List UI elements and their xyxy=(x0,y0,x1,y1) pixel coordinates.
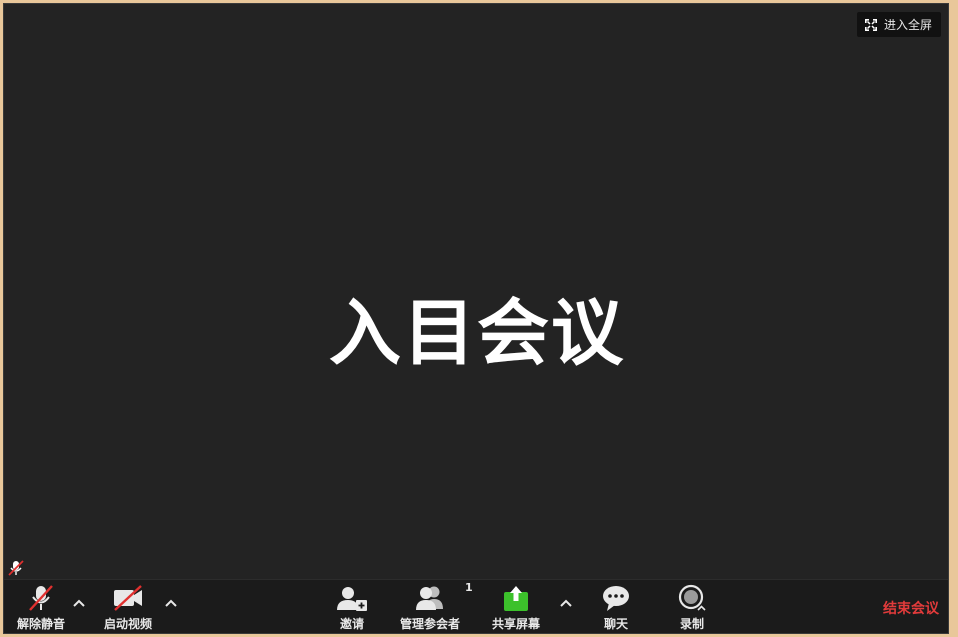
end-meeting-button[interactable]: 结束会议 xyxy=(883,598,939,618)
meeting-toolbar: 解除静音 启动视频 邀请 1 管理参会者 共享屏幕 聊天 录制 结束会议 xyxy=(4,579,948,633)
caret-up-icon xyxy=(697,605,706,611)
record-label: 录制 xyxy=(679,617,704,631)
caret-up-icon xyxy=(73,599,85,607)
share-screen-icon xyxy=(502,584,530,612)
expand-icon xyxy=(864,18,877,31)
share-options-caret[interactable] xyxy=(559,594,573,607)
audio-options-caret[interactable] xyxy=(72,594,86,607)
manage-participants-label: 管理参会者 xyxy=(399,617,460,631)
participant-name: 入目会议 xyxy=(328,291,625,375)
manage-participants-button[interactable]: 1 管理参会者 xyxy=(394,581,473,633)
start-video-label: 启动视频 xyxy=(103,617,152,631)
caret-up-icon xyxy=(165,599,177,607)
share-screen-button[interactable]: 共享屏幕 xyxy=(488,584,544,633)
mic-muted-icon xyxy=(7,559,25,577)
unmute-button[interactable]: 解除静音 xyxy=(11,584,71,633)
unmute-label: 解除静音 xyxy=(16,617,65,631)
share-screen-label: 共享屏幕 xyxy=(491,617,540,631)
caret-up-icon xyxy=(560,599,572,607)
participants-count-badge: 1 xyxy=(465,581,473,594)
invite-button[interactable]: 邀请 xyxy=(334,584,370,633)
mic-muted-icon xyxy=(26,584,56,612)
video-stage: 进入全屏 入目会议 xyxy=(4,4,948,579)
meeting-window: 进入全屏 入目会议 解除静音 启动视频 邀请 1 管理参会者 共享屏幕 聊天 录… xyxy=(3,3,949,634)
add-user-icon xyxy=(336,584,368,612)
record-button[interactable]: 录制 xyxy=(672,584,712,633)
video-off-icon xyxy=(112,584,144,612)
invite-label: 邀请 xyxy=(339,617,364,631)
chat-bubble-icon xyxy=(601,584,631,612)
enter-fullscreen-button[interactable]: 进入全屏 xyxy=(856,12,941,37)
fullscreen-label: 进入全屏 xyxy=(883,18,932,32)
chat-button[interactable]: 聊天 xyxy=(598,584,634,633)
start-video-button[interactable]: 启动视频 xyxy=(97,584,159,633)
record-icon xyxy=(677,584,707,612)
participants-icon: 1 xyxy=(413,581,473,612)
chat-label: 聊天 xyxy=(603,617,628,631)
video-options-caret[interactable] xyxy=(164,594,178,607)
